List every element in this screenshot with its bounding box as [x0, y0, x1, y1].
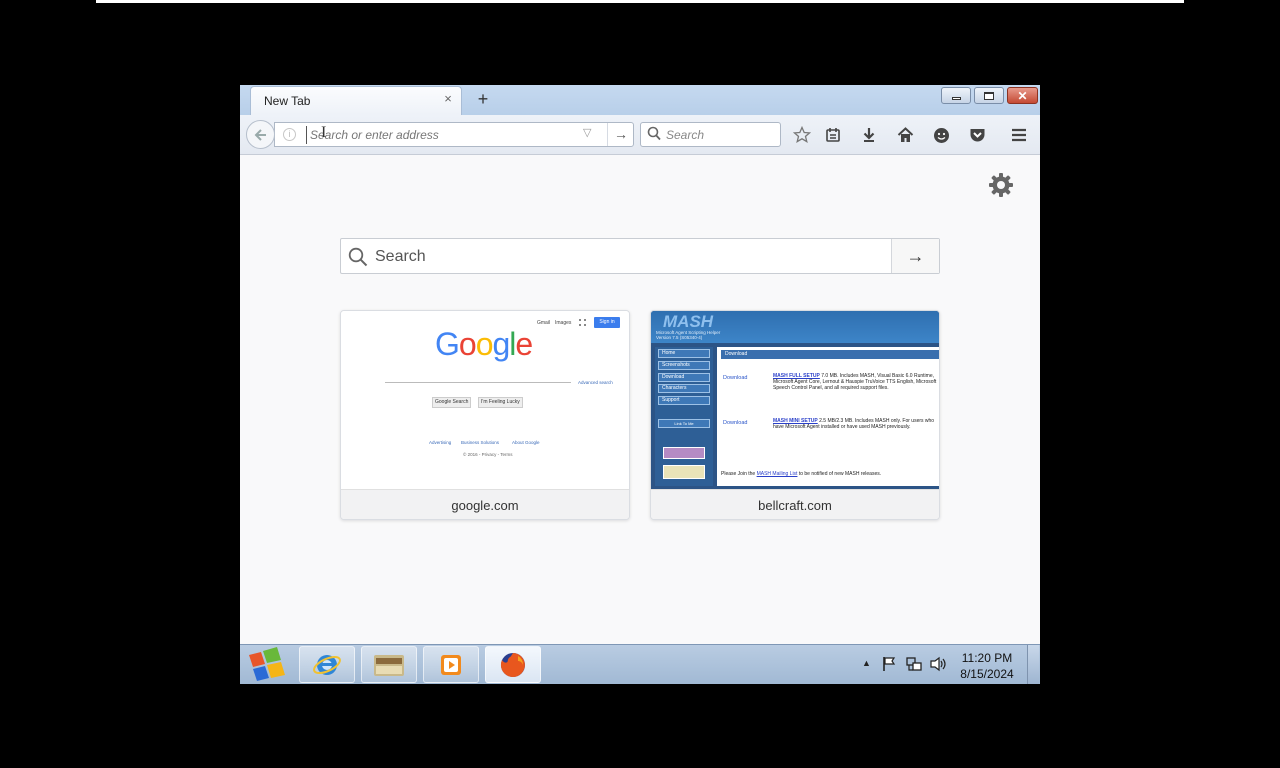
clock-date: 8/15/2024 [960, 667, 1014, 681]
close-window-button[interactable]: ✕ [1007, 87, 1038, 104]
newtab-search-go-button[interactable]: → [891, 239, 939, 273]
folder-icon [374, 654, 404, 676]
thumb-signin: Sign in [594, 317, 620, 328]
tile-thumbnail: Gmail Images Sign in Google Advanced sea… [341, 311, 629, 489]
bookmark-star-icon[interactable] [791, 123, 813, 147]
thumb-item-1: MASH FULL SETUP 7.0 MB. Includes MASH, V… [773, 373, 937, 391]
thumb-nav-item: Screenshots [658, 361, 710, 370]
url-bar[interactable]: i I ▽ → [274, 122, 634, 147]
restore-button[interactable] [974, 87, 1004, 104]
tab-title: New Tab [264, 94, 311, 108]
settings-gear-icon[interactable] [987, 171, 1015, 199]
thumb-badge-image [663, 465, 705, 479]
google-logo: Google [435, 326, 533, 362]
minimize-icon [951, 96, 961, 100]
top-site-tile-google[interactable]: Gmail Images Sign in Google Advanced sea… [340, 310, 630, 520]
bookmarks-menu-icon[interactable] [822, 123, 844, 147]
search-input[interactable] [666, 126, 776, 143]
thumb-advanced-search: Advanced search [578, 380, 613, 385]
thumb-nav-item: Characters [658, 384, 710, 393]
tile-label: bellcraft.com [651, 489, 939, 519]
thumb-google-search: Google Search [432, 397, 472, 408]
thumb-nav-item: Download [658, 373, 710, 382]
thumb-footer-note: Please Join the MASH Mailing List to be … [721, 471, 882, 477]
minimize-button[interactable] [941, 87, 971, 104]
thumb-badge-image [663, 447, 705, 459]
title-bar: New Tab × + ✕ [240, 85, 1040, 115]
start-button[interactable] [241, 645, 295, 684]
thumb-nav-item: Home [658, 349, 710, 358]
top-site-tile-bellcraft[interactable]: MASH Microsoft Agent Scripting Helper Ve… [650, 310, 940, 520]
newtab-search-input[interactable] [375, 246, 885, 267]
tab-close-icon[interactable]: × [441, 92, 455, 106]
thumb-mash-logo: MASH [663, 312, 714, 331]
thumb-footer-business: Business Solutions [461, 440, 500, 445]
thumb-nav-link-to-me: Link To Me [658, 419, 710, 428]
taskbar-file-explorer[interactable] [361, 646, 417, 683]
media-player-icon [441, 654, 461, 675]
windows-logo-icon [249, 647, 285, 681]
thumb-download-link: Download [723, 420, 748, 426]
tile-thumbnail: MASH Microsoft Agent Scripting Helper Ve… [651, 311, 939, 489]
url-dropdown-icon[interactable]: ▽ [583, 126, 591, 139]
thumb-main: Download Download MASH FULL SETUP 7.0 MB… [717, 347, 939, 486]
close-icon: ✕ [1017, 88, 1028, 103]
thumb-search-line [385, 382, 571, 383]
back-button[interactable] [246, 120, 275, 149]
network-icon[interactable] [906, 656, 922, 675]
thumb-footer-advertising: Advertising [429, 440, 452, 445]
show-desktop-button[interactable] [1027, 645, 1039, 684]
hello-chat-icon[interactable] [930, 123, 952, 147]
thumb-header: MASH Microsoft Agent Scripting Helper Ve… [651, 311, 939, 343]
clock-time: 11:20 PM [961, 651, 1013, 665]
hamburger-menu-icon[interactable] [1008, 123, 1030, 147]
magnifier-icon [348, 247, 368, 267]
tab-new-tab[interactable]: New Tab × [250, 86, 462, 115]
thumb-download-link: Download [723, 375, 748, 381]
thumb-footer-small: © 2016 - Privacy - Terms [463, 452, 513, 457]
volume-icon[interactable] [930, 656, 947, 675]
pocket-icon[interactable] [966, 123, 988, 147]
thumb-item-2: MASH MINI SETUP 2.5 MB/2.3 MB. Includes … [773, 418, 935, 430]
url-input[interactable] [306, 126, 576, 144]
thumb-feeling-lucky: I'm Feeling Lucky [478, 397, 523, 408]
taskbar-media-player[interactable] [423, 646, 479, 683]
taskbar: ▲ 11:20 PM 8/15/2024 [240, 644, 1040, 684]
info-icon[interactable]: i [283, 128, 296, 141]
thumb-link-images: Images [555, 320, 572, 326]
taskbar-firefox[interactable] [485, 646, 541, 683]
thumb-nav-item: Support [658, 396, 710, 405]
taskbar-clock[interactable]: 11:20 PM 8/15/2024 [952, 650, 1022, 682]
navigation-toolbar: i I ▽ → [240, 115, 1040, 155]
top-strip [96, 0, 1184, 3]
apps-grid-icon [579, 319, 586, 326]
download-icon[interactable] [858, 123, 880, 147]
firefox-icon [500, 652, 525, 677]
restore-icon [984, 91, 994, 100]
desktop-screen: New Tab × + ✕ i I ▽ → [240, 85, 1040, 684]
thumb-sidebar: Home Screenshots Download Characters Sup… [655, 347, 713, 486]
internet-explorer-icon [313, 654, 341, 675]
action-center-flag-icon[interactable] [881, 656, 897, 675]
search-icon [647, 126, 661, 141]
thumb-link-gmail: Gmail [537, 320, 551, 326]
home-icon[interactable] [894, 123, 916, 147]
back-arrow-icon [254, 129, 266, 141]
thumb-section-bar: Download [721, 350, 939, 359]
tile-label: google.com [341, 489, 629, 519]
text-cursor-icon: I [321, 124, 327, 141]
thumb-footer-about: About Google [512, 440, 540, 445]
newtab-search-box[interactable]: → [340, 238, 940, 274]
url-go-button[interactable]: → [607, 123, 634, 146]
taskbar-internet-explorer[interactable] [299, 646, 355, 683]
new-tab-button[interactable]: + [474, 89, 492, 109]
search-bar[interactable] [640, 122, 781, 147]
thumb-subtitle: Microsoft Agent Scripting Helper Version… [656, 330, 721, 340]
tray-expand-icon[interactable]: ▲ [862, 658, 871, 668]
